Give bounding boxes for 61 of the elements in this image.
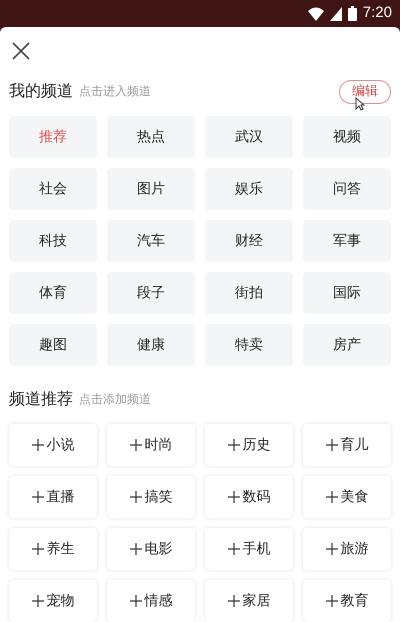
add-channel-tile[interactable]: 搞笑 [107,476,195,518]
add-channel-tile[interactable]: 养生 [9,528,97,570]
section-hint: 点击添加频道 [79,391,151,408]
channel-tile[interactable]: 社会 [9,168,97,210]
channel-tile[interactable]: 汽车 [107,220,195,262]
plus-icon [326,543,338,555]
add-channel-tile[interactable]: 家居 [205,580,293,622]
plus-icon [130,439,142,451]
plus-icon [130,491,142,503]
add-channel-tile[interactable]: 手机 [205,528,293,570]
channel-tile[interactable]: 问答 [303,168,391,210]
channel-tile[interactable]: 军事 [303,220,391,262]
signal-icon [330,6,342,20]
section-hint: 点击进入频道 [79,83,151,100]
plus-icon [32,543,44,555]
plus-icon [32,491,44,503]
channel-tile[interactable]: 健康 [107,324,195,366]
channel-tile[interactable]: 趣图 [9,324,97,366]
channel-tile[interactable]: 房产 [303,324,391,366]
section-title: 频道推荐 [9,388,73,410]
plus-icon [326,595,338,607]
add-channel-tile[interactable]: 电影 [107,528,195,570]
cursor-icon [355,97,365,112]
channel-tile[interactable]: 推荐 [9,116,97,158]
plus-icon [32,439,44,451]
channel-tile[interactable]: 武汉 [205,116,293,158]
channel-tile[interactable]: 视频 [303,116,391,158]
channel-tile[interactable]: 特卖 [205,324,293,366]
channel-tile[interactable]: 热点 [107,116,195,158]
plus-icon [228,543,240,555]
plus-icon [228,439,240,451]
add-channel-tile[interactable]: 育儿 [303,424,391,466]
plus-icon [326,439,338,451]
channel-tile[interactable]: 财经 [205,220,293,262]
add-channel-tile[interactable]: 情感 [107,580,195,622]
plus-icon [32,595,44,607]
plus-icon [228,595,240,607]
add-channel-tile[interactable]: 数码 [205,476,293,518]
add-channel-tile[interactable]: 小说 [9,424,97,466]
plus-icon [228,491,240,503]
channel-tile[interactable]: 图片 [107,168,195,210]
add-channel-tile[interactable]: 宠物 [9,580,97,622]
plus-icon [130,543,142,555]
channel-tile[interactable]: 体育 [9,272,97,314]
channel-tile[interactable]: 段子 [107,272,195,314]
add-channel-tile[interactable]: 美食 [303,476,391,518]
add-channel-tile[interactable]: 时尚 [107,424,195,466]
wifi-icon [308,6,324,20]
channel-tile[interactable]: 街拍 [205,272,293,314]
plus-icon [130,595,142,607]
plus-icon [326,491,338,503]
add-channel-tile[interactable]: 教育 [303,580,391,622]
section-title: 我的频道 [9,80,73,102]
add-channel-tile[interactable]: 历史 [205,424,293,466]
channel-tile[interactable]: 科技 [9,220,97,262]
channel-tile[interactable]: 娱乐 [205,168,293,210]
channel-tile[interactable]: 国际 [303,272,391,314]
status-time: 7:20 [362,3,392,24]
battery-icon [348,6,357,21]
add-channel-tile[interactable]: 直播 [9,476,97,518]
add-channel-tile[interactable]: 旅游 [303,528,391,570]
